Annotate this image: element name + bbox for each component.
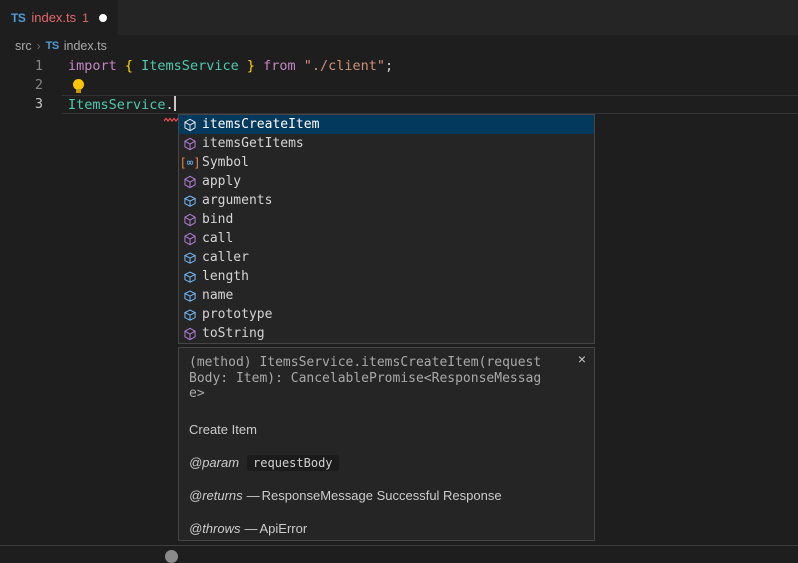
- suggest-item[interactable]: bind: [179, 210, 594, 229]
- intellisense-suggest-widget: itemsCreateItem itemsGetItems [∞] Symbol…: [178, 114, 595, 344]
- suggest-item[interactable]: toString: [179, 324, 594, 343]
- code-text: import { ItemsService } from "./client";: [62, 57, 798, 76]
- suggest-item-label: itemsCreateItem: [202, 117, 319, 132]
- suggest-item-label: arguments: [202, 193, 272, 208]
- editor-tab-bar: TS index.ts 1: [0, 0, 798, 35]
- suggest-item-label: apply: [202, 174, 241, 189]
- symbol-field-icon: [182, 307, 198, 323]
- doc-summary: Create Item: [189, 422, 584, 437]
- suggest-item[interactable]: itemsGetItems: [179, 134, 594, 153]
- jsdoc-tag-row: @throws —ApiError: [189, 521, 584, 536]
- suggest-item-label: caller: [202, 250, 249, 265]
- breadcrumb: src › TS index.ts: [0, 35, 798, 57]
- typescript-file-icon: TS: [11, 11, 25, 25]
- symbol-method-icon: [182, 231, 198, 247]
- suggest-item-label: length: [202, 269, 249, 284]
- jsdoc-param-badge: requestBody: [247, 455, 338, 471]
- suggest-item-label: name: [202, 288, 233, 303]
- line-number: 2: [0, 76, 62, 95]
- jsdoc-separator: —: [245, 521, 258, 536]
- suggest-item-label: toString: [202, 326, 265, 341]
- suggest-item[interactable]: length: [179, 267, 594, 286]
- jsdoc-tag-row: @returns —ResponseMessage Successful Resp…: [189, 488, 584, 503]
- line-number: 3: [0, 95, 62, 114]
- suggest-item[interactable]: [∞] Symbol: [179, 153, 594, 172]
- code-line-2[interactable]: 2: [0, 76, 798, 95]
- tab-problems-badge: 1: [82, 11, 89, 25]
- symbol-field-icon: [182, 269, 198, 285]
- symbol-symbol-icon: [∞]: [182, 155, 198, 171]
- symbol-method-icon: [182, 326, 198, 342]
- close-icon[interactable]: ×: [578, 352, 586, 366]
- suggest-item[interactable]: arguments: [179, 191, 594, 210]
- code-text: ItemsService.: [62, 95, 798, 114]
- suggest-item[interactable]: prototype: [179, 305, 594, 324]
- peek-circle-icon: [165, 550, 178, 563]
- editor-bottom-divider: [0, 545, 798, 546]
- jsdoc-tag-row: @param requestBody: [189, 455, 584, 470]
- suggest-details-panel: × (method) ItemsService.itemsCreateItem(…: [178, 347, 595, 541]
- symbol-field-icon: [182, 250, 198, 266]
- code-text: [62, 76, 798, 95]
- breadcrumb-filename[interactable]: index.ts: [64, 39, 107, 53]
- suggest-item-label: prototype: [202, 307, 272, 322]
- tab-index-ts[interactable]: TS index.ts 1: [0, 0, 118, 35]
- breadcrumb-folder[interactable]: src: [15, 39, 32, 53]
- code-line-3[interactable]: 3 ItemsService.: [0, 95, 798, 114]
- suggest-item-label: bind: [202, 212, 233, 227]
- symbol-field-icon: [182, 288, 198, 304]
- jsdoc-tag-text: ApiError: [260, 521, 308, 536]
- code-line-1[interactable]: 1 import { ItemsService } from "./client…: [0, 57, 798, 76]
- symbol-method-icon: [182, 136, 198, 152]
- jsdoc-tag-text: ResponseMessage Successful Response: [262, 488, 502, 503]
- symbol-field-icon: [182, 193, 198, 209]
- jsdoc-tag-name: @throws: [189, 521, 241, 536]
- symbol-method-icon: [182, 212, 198, 228]
- suggest-item[interactable]: apply: [179, 172, 594, 191]
- typescript-file-icon: TS: [46, 40, 59, 52]
- suggest-item[interactable]: itemsCreateItem: [179, 115, 594, 134]
- suggest-item-label: Symbol: [202, 155, 249, 170]
- code-editor[interactable]: 1 import { ItemsService } from "./client…: [0, 57, 798, 114]
- line-number: 1: [0, 57, 62, 76]
- chevron-right-icon: ›: [37, 39, 41, 53]
- suggest-item[interactable]: name: [179, 286, 594, 305]
- symbol-method-icon: [182, 174, 198, 190]
- jsdoc-tag-name: @param: [189, 455, 239, 470]
- suggest-item[interactable]: call: [179, 229, 594, 248]
- tab-filename: index.ts: [31, 10, 76, 25]
- method-signature: (method) ItemsService.itemsCreateItem(re…: [189, 355, 584, 402]
- jsdoc-separator: —: [247, 488, 260, 503]
- suggest-item[interactable]: caller: [179, 248, 594, 267]
- text-cursor: [174, 96, 176, 111]
- lightbulb-quickfix-icon[interactable]: [73, 79, 84, 90]
- suggest-item-label: itemsGetItems: [202, 136, 304, 151]
- suggest-item-label: call: [202, 231, 233, 246]
- jsdoc-tag-name: @returns: [189, 488, 243, 503]
- unsaved-changes-dot-icon[interactable]: [99, 14, 107, 22]
- symbol-method-icon: [182, 117, 198, 133]
